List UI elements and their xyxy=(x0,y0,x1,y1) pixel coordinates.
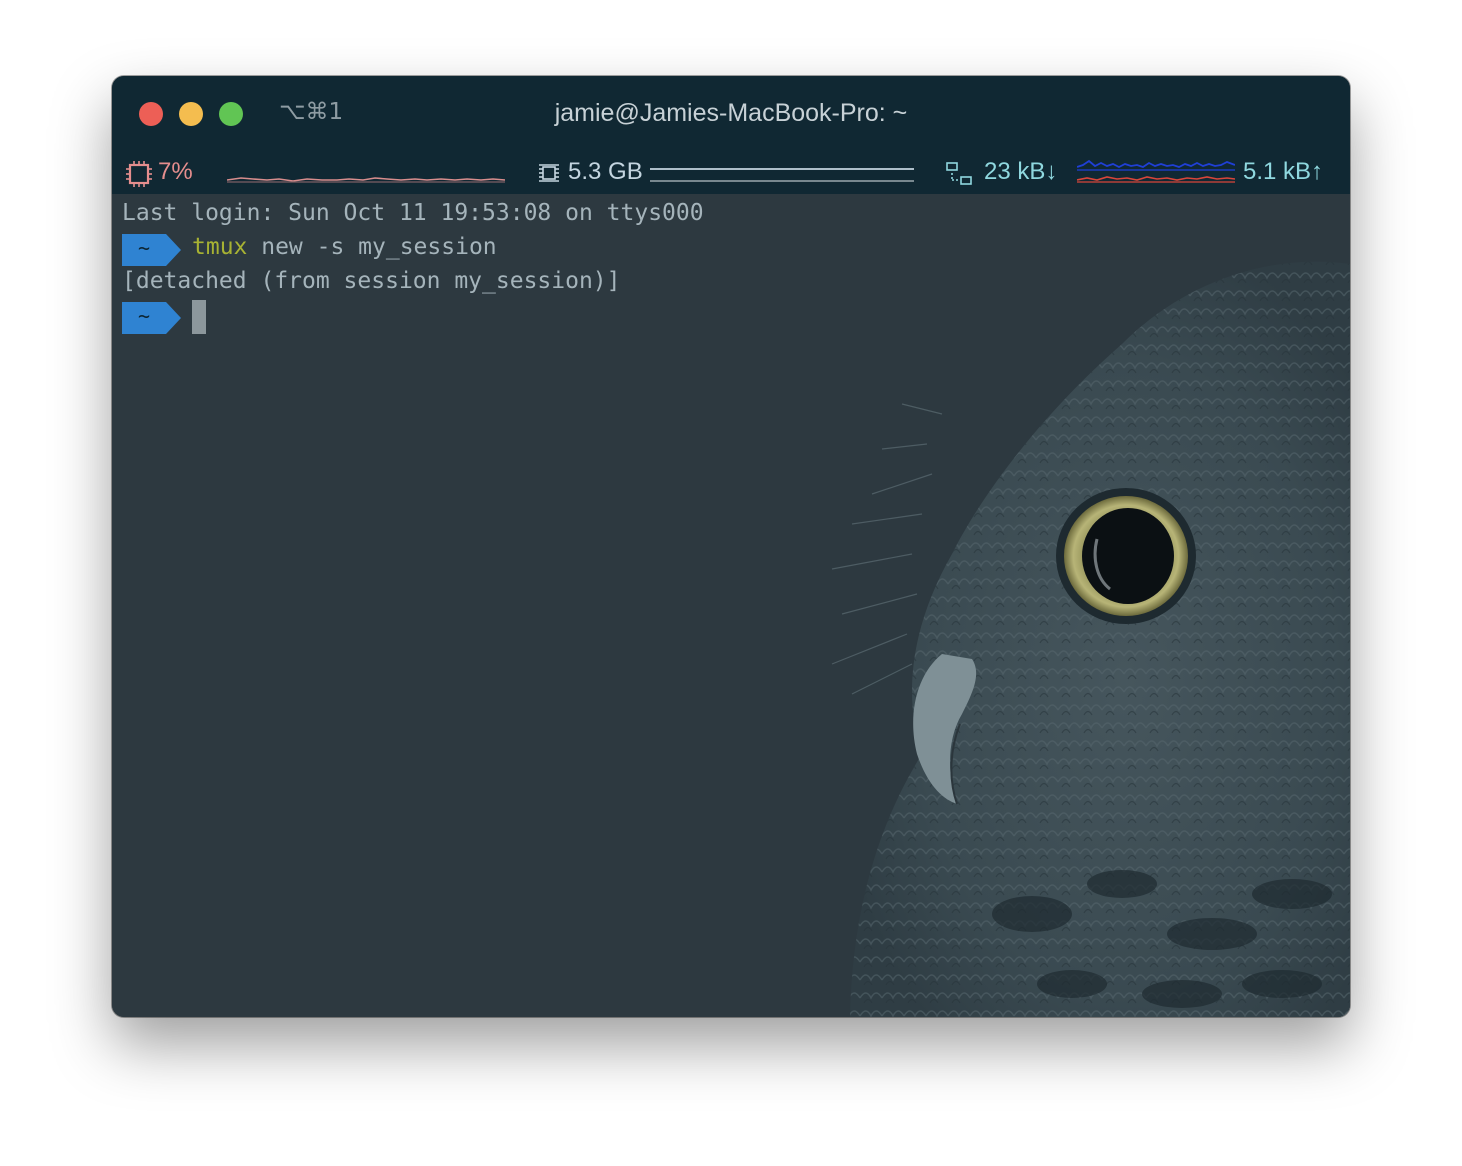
owl-background-image xyxy=(831,261,1350,1017)
cpu-graph xyxy=(227,177,505,183)
last-login-line: Last login: Sun Oct 11 19:53:08 on ttys0… xyxy=(122,200,704,226)
status-bar: 7% 5.3 GB 23 kB↓ 5.1 kB↑ xyxy=(112,154,1350,194)
title-bar[interactable]: ⌥⌘1 jamie@Jamies-MacBook-Pro: ~ 7% 5.3 G… xyxy=(112,76,1350,194)
terminal-output[interactable]: Last login: Sun Oct 11 19:53:08 on ttys0… xyxy=(112,194,1350,1017)
command-name: tmux xyxy=(192,234,248,260)
output-line: [detached (from session my_session)] xyxy=(122,268,621,294)
window-title: jamie@Jamies-MacBook-Pro: ~ xyxy=(554,99,908,127)
terminal-window: ⌥⌘1 jamie@Jamies-MacBook-Pro: ~ 7% 5.3 G… xyxy=(112,76,1350,1017)
memory-usage: 5.3 GB xyxy=(568,158,643,185)
text-cursor[interactable] xyxy=(192,300,206,334)
command-line: tmux new -s my_session xyxy=(192,234,497,260)
command-args: new -s my_session xyxy=(247,234,497,260)
network-download: 23 kB↓ xyxy=(984,158,1058,185)
cpu-usage: 7% xyxy=(158,158,193,185)
prompt-directory: ~ xyxy=(137,236,151,260)
network-icon xyxy=(946,162,972,185)
memory-icon xyxy=(539,164,559,182)
memory-graph xyxy=(650,168,914,182)
network-graph xyxy=(1077,159,1235,183)
network-upload: 5.1 kB↑ xyxy=(1243,158,1324,185)
cpu-chip-icon xyxy=(126,161,152,187)
prompt-directory: ~ xyxy=(137,304,151,328)
